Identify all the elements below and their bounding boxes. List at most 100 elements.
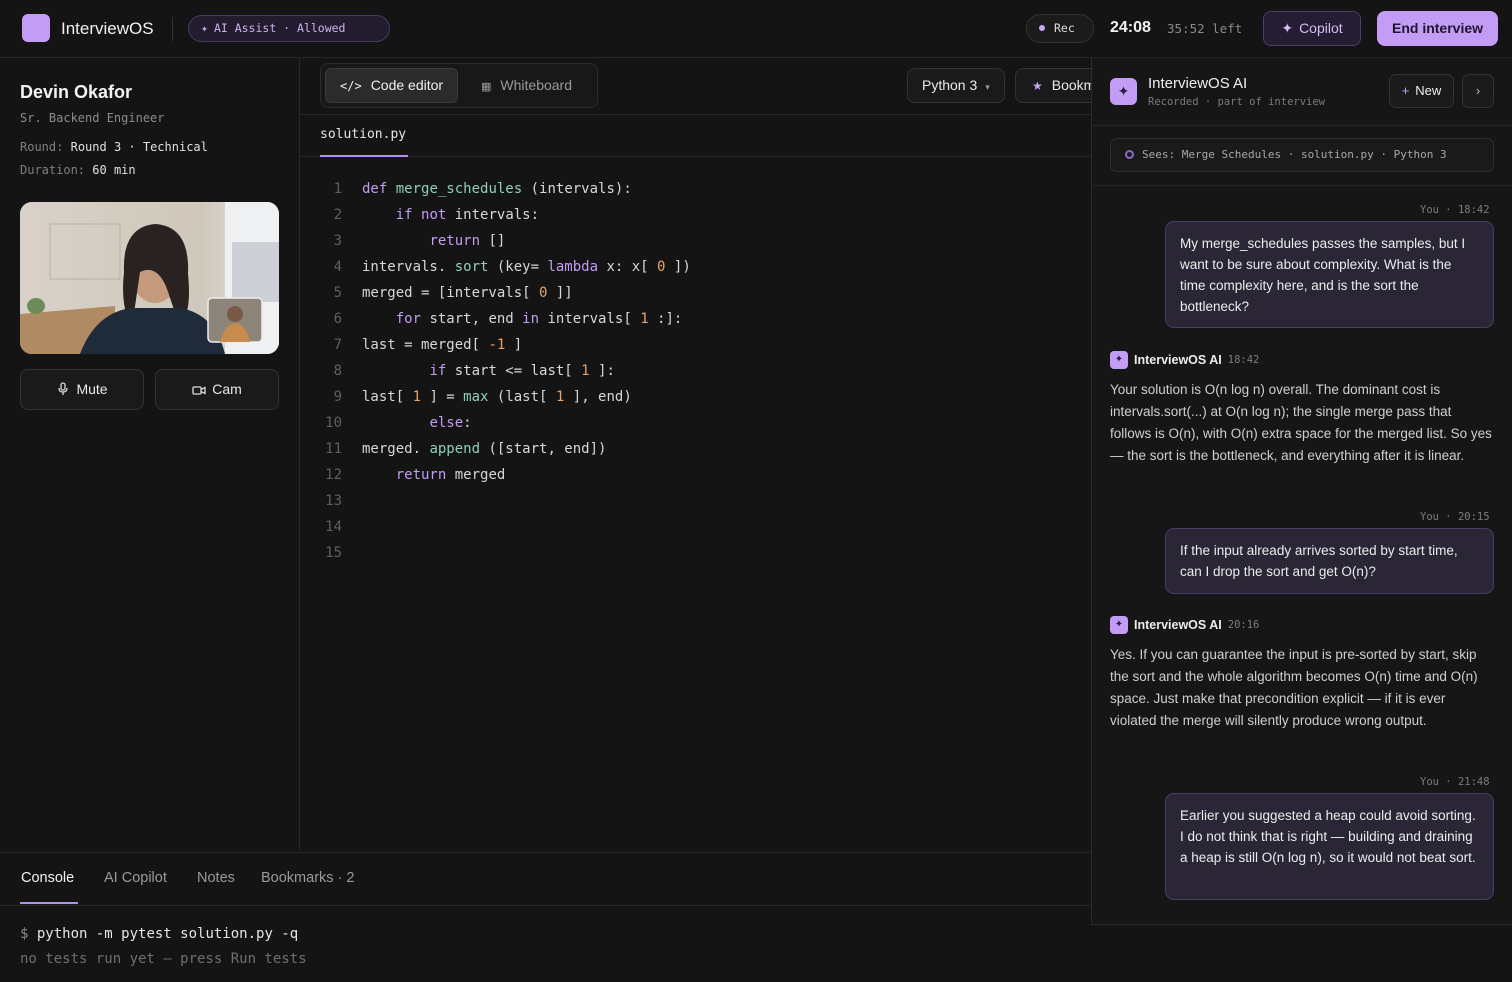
sparkle-icon: ✦	[1110, 616, 1128, 634]
tab-code-editor[interactable]: </> Code editor	[325, 68, 459, 103]
elapsed-timer: 24:08	[1110, 19, 1151, 36]
candidate-role: Sr. Backend Engineer	[20, 111, 165, 125]
user-message: Earlier you suggested a heap could avoid…	[1165, 793, 1494, 900]
divider	[172, 17, 173, 41]
sparkle-icon: ✦	[201, 21, 208, 35]
duration-label: Duration:	[20, 163, 86, 177]
active-tab-underline	[20, 902, 78, 904]
round-label: Round:	[20, 140, 64, 154]
context-ring-icon	[1125, 150, 1134, 159]
message-time: 20:15	[1457, 511, 1490, 523]
candidate-panel: Devin Okafor Sr. Backend Engineer Round:…	[0, 58, 300, 852]
new-chat-button[interactable]: + New	[1389, 74, 1454, 108]
top-bar: InterviewOS ✦ AI Assist · Allowed Rec 24:…	[0, 0, 1512, 58]
recording-indicator: Rec	[1026, 14, 1094, 43]
line-number: 13	[325, 493, 342, 509]
sparkle-icon: ✦	[1110, 78, 1137, 105]
user-message: My merge_schedules passes the samples, b…	[1165, 221, 1494, 328]
ai-message: Your solution is O(n log n) overall. The…	[1110, 382, 1492, 463]
message-time: 21:48	[1457, 776, 1490, 788]
line-number: 11	[325, 441, 342, 457]
line-number: 9	[333, 389, 342, 405]
collapse-panel-button[interactable]: ›	[1462, 74, 1494, 108]
candidate-video	[20, 202, 279, 354]
line-number: 8	[333, 363, 342, 379]
user-message: If the input already arrives sorted by s…	[1165, 528, 1494, 594]
line-number: 7	[333, 337, 342, 353]
record-dot-icon	[1039, 25, 1045, 31]
message-meta: You · 21:48	[1420, 776, 1490, 788]
line-number: 14	[325, 519, 342, 535]
file-tab-bar: solution.py	[300, 114, 1092, 157]
divider	[1092, 185, 1512, 186]
line-number: 6	[333, 311, 342, 327]
ai-assist-badge[interactable]: ✦ AI Assist · Allowed	[188, 15, 390, 42]
copilot-button[interactable]: ✦ Copilot	[1263, 11, 1361, 46]
sparkle-icon: ✦	[1281, 20, 1294, 36]
tab-whiteboard-label: Whiteboard	[500, 77, 572, 93]
line-number: 1	[333, 181, 342, 197]
ai-message-header: ✦ InterviewOS AI 18:42	[1110, 351, 1259, 369]
ai-name: InterviewOS AI	[1134, 353, 1222, 367]
code-icon: </>	[340, 79, 362, 93]
duration-value: 60 min	[92, 163, 136, 177]
app-logo	[22, 14, 50, 42]
copilot-title: InterviewOS AI	[1148, 75, 1248, 92]
ai-name: InterviewOS AI	[1134, 618, 1222, 632]
ai-message-header: ✦ InterviewOS AI 20:16	[1110, 616, 1259, 634]
end-interview-button[interactable]: End interview	[1377, 11, 1498, 46]
editor-mode-tabs: </> Code editor ▦ Whiteboard	[320, 63, 598, 108]
plus-icon: +	[1401, 83, 1410, 98]
sender-label: You	[1420, 511, 1439, 523]
app-name: InterviewOS	[61, 19, 154, 38]
sparkle-icon: ✦	[1110, 351, 1128, 369]
camera-button[interactable]: Cam	[155, 369, 279, 410]
context-chip: Sees: Merge Schedules · solution.py · Py…	[1110, 138, 1494, 172]
mute-label: Mute	[76, 381, 108, 397]
copilot-panel: ✦ InterviewOS AI Recorded · part of inte…	[1091, 58, 1512, 925]
tab-code-editor-label: Code editor	[370, 77, 444, 93]
line-number: 5	[333, 285, 342, 301]
tab-console[interactable]: Console	[21, 870, 74, 886]
tab-whiteboard[interactable]: ▦ Whiteboard	[467, 68, 586, 103]
line-number: 12	[325, 467, 342, 483]
sender-label: You	[1420, 204, 1439, 216]
new-chat-label: New	[1415, 83, 1442, 98]
copilot-subtitle: Recorded · part of interview	[1148, 96, 1326, 108]
divider	[0, 905, 1092, 906]
tab-notes[interactable]: Notes	[197, 870, 235, 886]
copilot-header: ✦ InterviewOS AI Recorded · part of inte…	[1092, 58, 1512, 126]
line-number: 3	[333, 233, 342, 249]
ai-assist-label: AI Assist · Allowed	[213, 21, 346, 35]
code-editor-panel: </> Code editor ▦ Whiteboard Python 3 ▾ ★ Bo…	[300, 58, 1125, 852]
copilot-label: Copilot	[1299, 20, 1343, 36]
message-time: 18:42	[1227, 354, 1260, 366]
camera-icon	[192, 372, 206, 411]
console-command-text: python -m pytest solution.py -q	[36, 926, 299, 942]
line-number: 4	[333, 259, 342, 275]
tab-bookmarks[interactable]: Bookmarks · 2	[261, 870, 354, 886]
cam-label: Cam	[212, 381, 242, 397]
whiteboard-icon: ▦	[481, 81, 492, 93]
console-command: $ python -m pytest solution.py -q	[20, 926, 298, 942]
time-remaining: 35:52 left	[1167, 21, 1243, 36]
message-meta: You · 18:42	[1420, 204, 1490, 216]
bottom-panel: Console AI Copilot Notes Bookmarks · 2 $…	[0, 852, 1092, 982]
duration-info: Duration: 60 min	[20, 163, 136, 177]
mute-button[interactable]: Mute	[20, 369, 144, 410]
round-info: Round: Round 3 · Technical	[20, 140, 208, 154]
line-number: 15	[325, 545, 342, 561]
video-feed-image	[20, 202, 279, 354]
bookmark-label: Bookm	[1051, 77, 1096, 93]
ai-message: Yes. If you can guarantee the input is p…	[1110, 647, 1478, 728]
line-number: 2	[333, 207, 342, 223]
file-tab-solution[interactable]: solution.py	[320, 127, 406, 142]
dropdown-dot-icon: ▾	[985, 82, 990, 92]
language-select[interactable]: Python 3 ▾	[907, 68, 1005, 103]
console-output: no tests run yet — press Run tests	[20, 951, 307, 967]
star-icon: ★	[1032, 79, 1043, 93]
tab-ai-copilot[interactable]: AI Copilot	[104, 870, 167, 886]
active-file-underline	[320, 155, 408, 157]
console-prompt: $	[20, 926, 29, 942]
message-meta: You · 20:15	[1420, 511, 1490, 523]
